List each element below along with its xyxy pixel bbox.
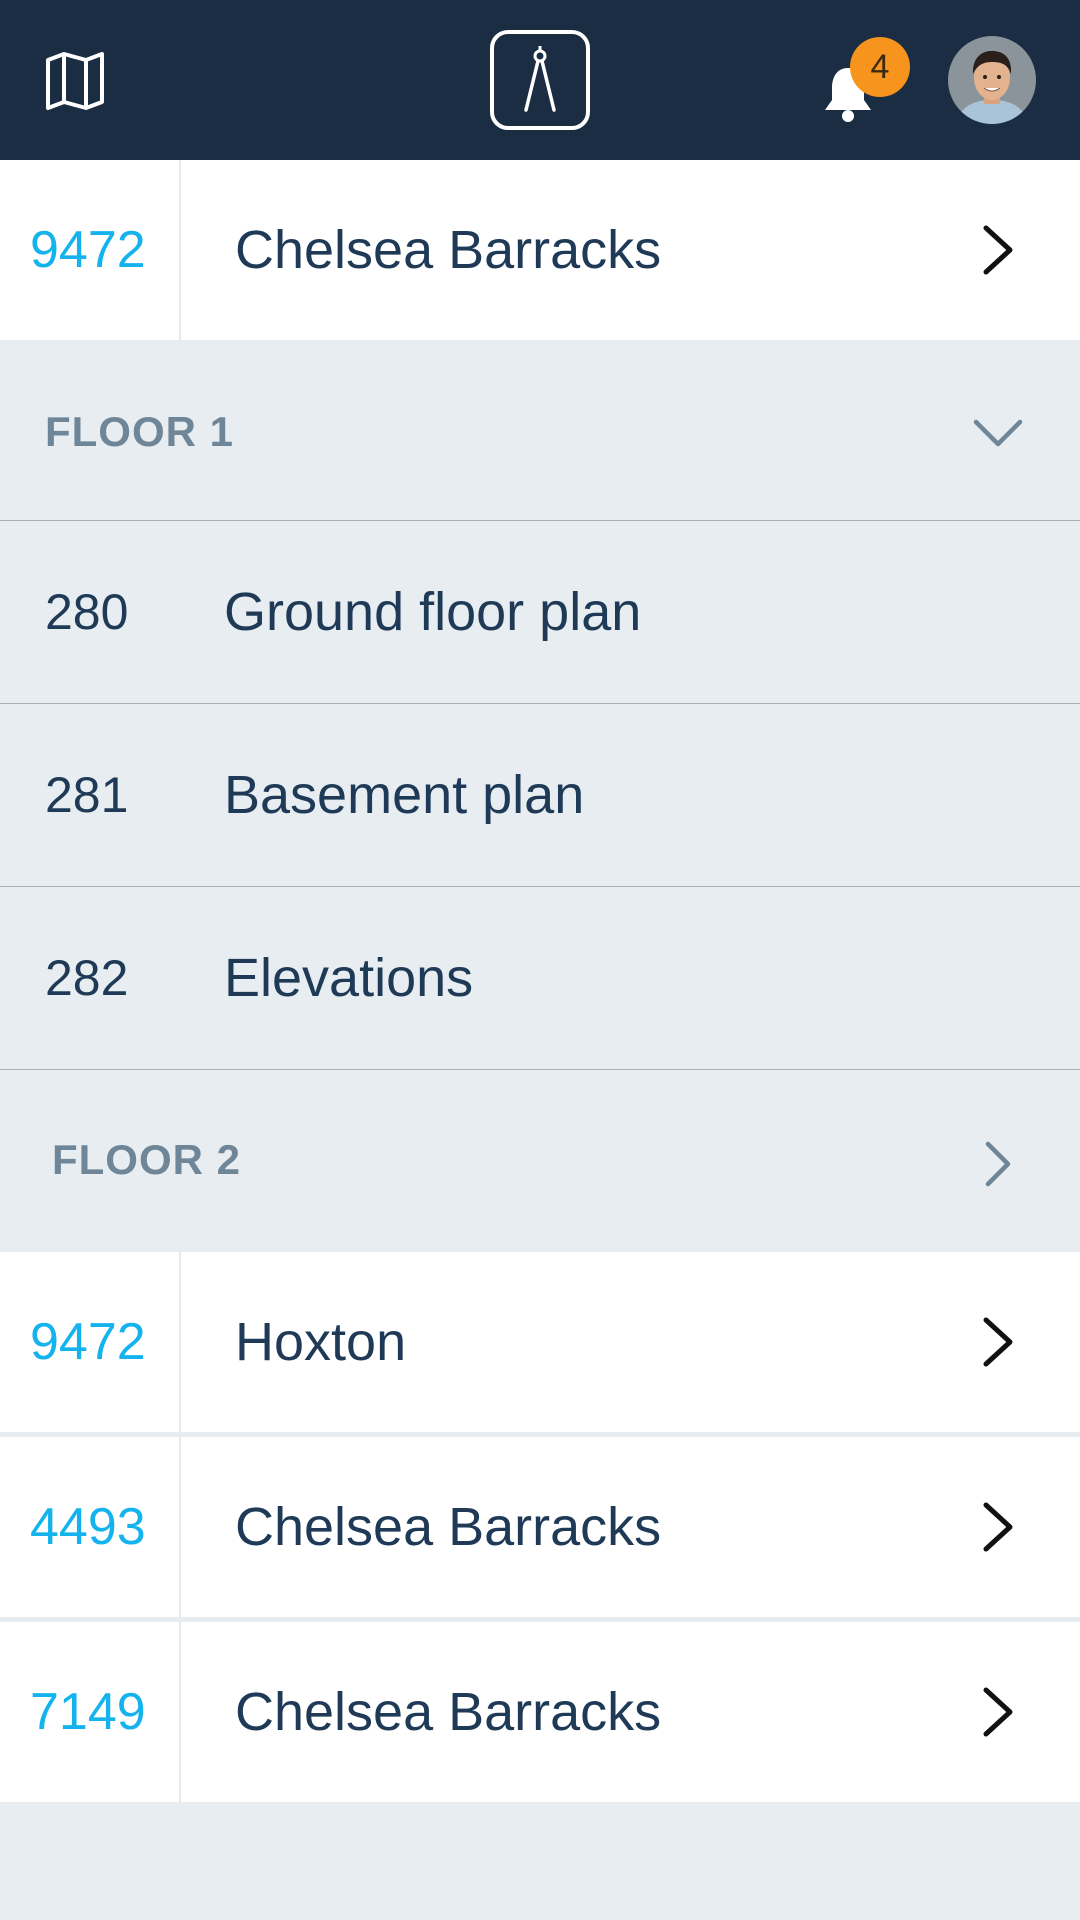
user-avatar[interactable]	[948, 36, 1036, 124]
project-row[interactable]: 9472 Hoxton	[0, 1252, 1080, 1432]
project-row[interactable]: 7149 Chelsea Barracks	[0, 1622, 1080, 1802]
project-number: 7149	[30, 1683, 146, 1741]
floor-title: FLOOR 2	[52, 1136, 242, 1183]
project-number: 9472	[30, 1313, 146, 1371]
project-row[interactable]: 4493 Chelsea Barracks	[0, 1437, 1080, 1617]
project-name: Chelsea Barracks	[235, 220, 662, 280]
chevron-right-icon[interactable]	[978, 1684, 1018, 1740]
plan-number: 281	[45, 767, 129, 823]
chevron-right-icon[interactable]	[978, 1314, 1018, 1370]
chevron-down-icon[interactable]	[970, 416, 1026, 450]
compass-logo-button[interactable]	[490, 30, 590, 130]
project-row[interactable]: 9472 Chelsea Barracks	[0, 160, 1080, 340]
plan-number: 282	[45, 950, 129, 1006]
project-number-cell: 9472	[0, 160, 181, 340]
floor-title: FLOOR 1	[45, 408, 235, 455]
project-number-cell: 7149	[0, 1622, 181, 1802]
project-name: Hoxton	[235, 1312, 407, 1372]
plan-row[interactable]: 280 Ground floor plan	[0, 520, 1080, 703]
project-number-cell: 4493	[0, 1437, 181, 1617]
map-icon[interactable]	[44, 50, 106, 112]
plan-name: Ground floor plan	[224, 582, 642, 642]
project-number: 9472	[30, 221, 146, 279]
chevron-right-icon[interactable]	[978, 1499, 1018, 1555]
project-name: Chelsea Barracks	[235, 1497, 662, 1557]
plan-name: Basement plan	[224, 765, 585, 825]
project-name: Chelsea Barracks	[235, 1682, 662, 1742]
project-number-cell: 9472	[0, 1252, 181, 1432]
app-header: 4	[0, 0, 1080, 160]
plan-number: 280	[45, 584, 129, 640]
floor-section-header[interactable]: FLOOR 2	[0, 1070, 1080, 1250]
compass-icon	[524, 46, 556, 112]
notification-badge[interactable]: 4	[850, 37, 910, 97]
floor-section-header[interactable]: FLOOR 1	[0, 342, 1080, 522]
chevron-right-icon[interactable]	[978, 222, 1018, 278]
plan-name: Elevations	[224, 948, 474, 1008]
plan-row[interactable]: 282 Elevations	[0, 886, 1080, 1069]
project-number: 4493	[30, 1498, 146, 1556]
plan-row[interactable]: 281 Basement plan	[0, 703, 1080, 886]
chevron-right-icon[interactable]	[980, 1138, 1016, 1190]
